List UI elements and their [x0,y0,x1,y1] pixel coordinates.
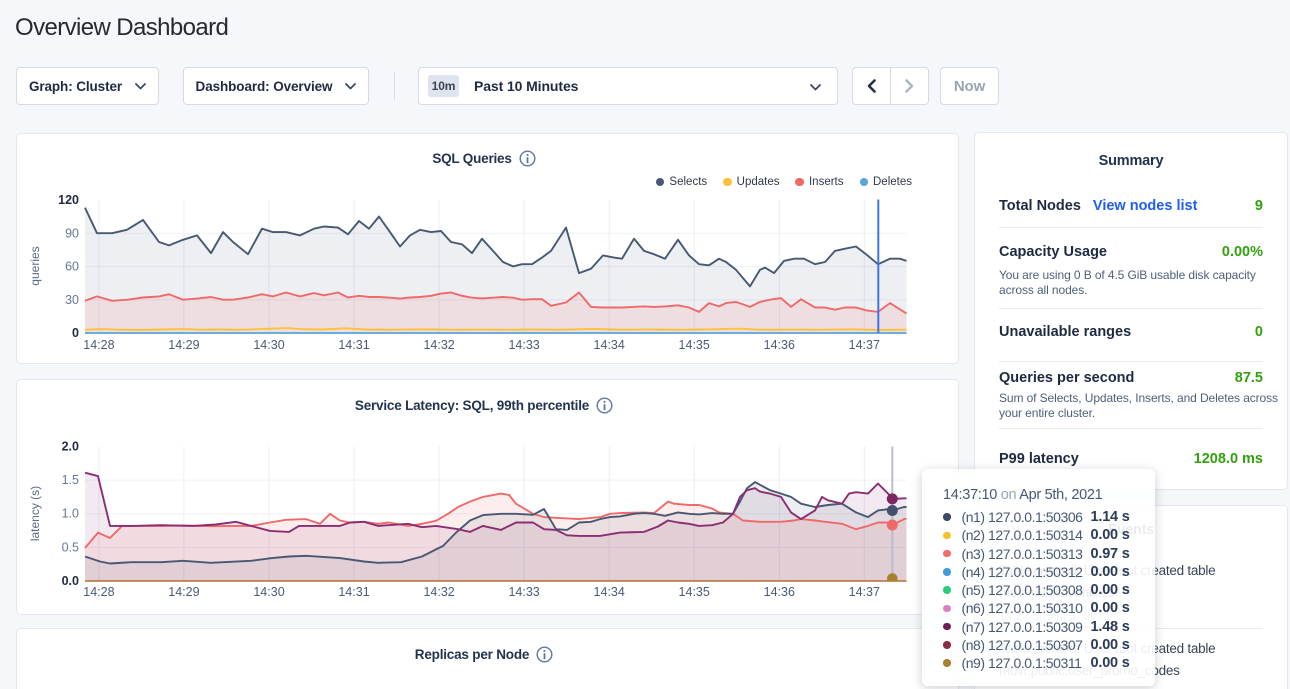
svg-text:14:35: 14:35 [679,585,710,599]
svg-text:60: 60 [65,260,79,274]
svg-text:14:35: 14:35 [679,338,710,352]
svg-text:14:28: 14:28 [83,338,114,352]
svg-text:14:28: 14:28 [83,585,114,599]
svg-text:120: 120 [58,193,79,207]
svg-text:14:30: 14:30 [253,338,284,352]
svg-text:14:30: 14:30 [253,585,284,599]
svg-text:14:33: 14:33 [508,585,539,599]
svg-text:14:36: 14:36 [764,338,795,352]
svg-text:14:32: 14:32 [423,338,454,352]
svg-text:14:34: 14:34 [594,585,625,599]
svg-text:14:29: 14:29 [168,338,199,352]
svg-text:14:32: 14:32 [423,585,454,599]
svg-text:queries: queries [28,246,42,285]
svg-text:1.5: 1.5 [62,473,79,487]
svg-text:30: 30 [65,293,79,307]
svg-text:14:29: 14:29 [168,585,199,599]
svg-text:2.0: 2.0 [62,440,79,454]
svg-text:90: 90 [65,226,79,240]
svg-text:14:31: 14:31 [338,338,369,352]
svg-text:14:33: 14:33 [508,338,539,352]
svg-text:0: 0 [72,326,79,340]
svg-text:14:36: 14:36 [764,585,795,599]
svg-text:14:37: 14:37 [849,585,880,599]
svg-text:14:37: 14:37 [849,338,880,352]
svg-text:0.5: 0.5 [62,540,79,554]
svg-text:1.0: 1.0 [62,507,79,521]
svg-text:14:31: 14:31 [338,585,369,599]
svg-text:latency (s): latency (s) [28,486,42,541]
svg-text:14:34: 14:34 [594,338,625,352]
svg-text:0.0: 0.0 [62,574,79,588]
